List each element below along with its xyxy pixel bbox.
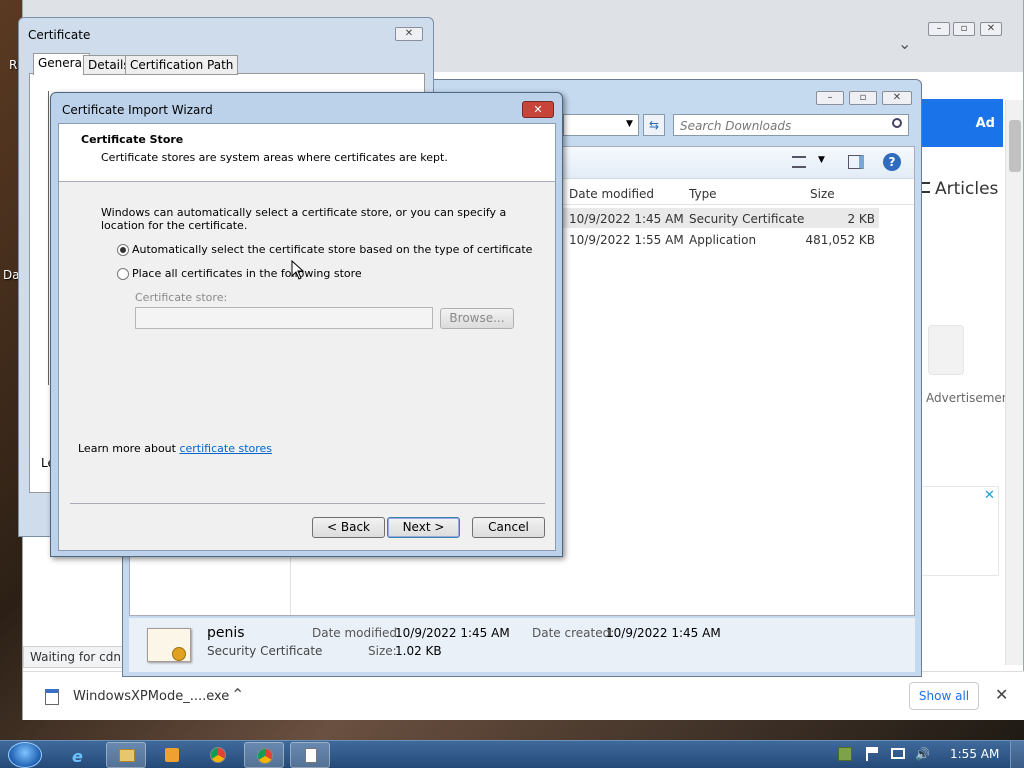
certificate-close-button[interactable]: ✕	[395, 27, 423, 41]
document-icon	[305, 748, 317, 763]
refresh-icon[interactable]: ⇆	[643, 114, 665, 136]
cancel-button[interactable]: Cancel	[472, 517, 545, 538]
learn-more-text: Learn more about certificate stores	[78, 442, 273, 455]
column-type[interactable]: Type	[689, 187, 717, 201]
articles-heading[interactable]: Articles	[921, 170, 1003, 230]
ad-banner[interactable]: Ad	[921, 99, 1003, 147]
address-bar[interactable]: ▼	[563, 114, 639, 136]
taskbar-chrome-active[interactable]	[244, 742, 284, 768]
taskbar-media-player[interactable]	[152, 742, 192, 768]
view-options-icon[interactable]	[792, 156, 806, 168]
wizard-body: Certificate Store Certificate stores are…	[58, 123, 556, 551]
close-download-bar-icon[interactable]: ✕	[995, 685, 1008, 704]
certificate-window-title: Certificate	[28, 28, 91, 42]
folder-icon	[119, 749, 135, 762]
manual-store-label[interactable]: Place all certificates in the following …	[132, 267, 362, 280]
file-type: Security Certificate	[207, 644, 323, 658]
action-center-flag-icon[interactable]	[866, 747, 878, 761]
internet-explorer-icon: e	[72, 747, 83, 766]
download-options-caret-icon[interactable]: ⌃	[231, 685, 244, 704]
auto-select-radio[interactable]	[117, 244, 129, 256]
tab-general[interactable]: General	[33, 53, 91, 75]
list-icon	[921, 182, 930, 193]
media-player-icon	[165, 748, 179, 762]
column-size[interactable]: Size	[810, 187, 835, 201]
close-button[interactable]: ✕	[980, 22, 1002, 36]
taskbar-chrome[interactable]	[198, 742, 238, 768]
wizard-header: Certificate Store Certificate stores are…	[59, 124, 555, 182]
chrome-icon	[210, 747, 226, 763]
start-button[interactable]	[8, 742, 42, 768]
volume-icon[interactable]: 🔊	[915, 747, 930, 761]
ad-placeholder	[928, 325, 964, 375]
search-box[interactable]: Search Downloads	[673, 114, 909, 136]
ad-box: ✕	[921, 486, 999, 576]
explorer-minimize-button[interactable]: –	[816, 91, 844, 105]
seal-icon	[172, 647, 186, 661]
intro-text: Windows can automatically select a certi…	[101, 206, 507, 232]
show-all-button[interactable]: Show all	[909, 682, 979, 710]
certificate-file-icon	[147, 628, 191, 662]
minimize-button[interactable]: –	[928, 22, 950, 36]
back-button[interactable]: < Back	[312, 517, 385, 538]
scrollbar-thumb[interactable]	[1009, 120, 1021, 172]
clock[interactable]: 1:55 AM	[950, 747, 999, 761]
advertisement-label: Advertisement	[926, 391, 1015, 405]
ad-close-icon[interactable]: ✕	[984, 488, 995, 503]
search-input[interactable]: Search Downloads	[680, 119, 791, 133]
table-row[interactable]: 10/9/2022 1:55 AM Application 481,052 KB	[559, 229, 879, 249]
table-row[interactable]: 10/9/2022 1:45 AM Security Certificate 2…	[559, 208, 879, 228]
wizard-close-button[interactable]: ✕	[522, 101, 554, 118]
tab-certification-path[interactable]: Certification Path	[125, 55, 239, 75]
desktop-icon-label: R	[9, 58, 18, 72]
certificate-import-wizard: Certificate Import Wizard ✕ Certificate …	[50, 92, 563, 557]
browse-button: Browse...	[440, 308, 514, 329]
taskbar: e 🔊 1:55 AM	[0, 740, 1024, 768]
explorer-maximize-button[interactable]: ▫	[849, 91, 877, 105]
taskbar-certificate[interactable]	[290, 742, 330, 768]
chrome-icon	[257, 748, 273, 764]
details-pane: penis Security Certificate Date modified…	[129, 618, 915, 672]
section-description: Certificate stores are system areas wher…	[101, 151, 448, 164]
tray-app-icon[interactable]	[838, 747, 852, 761]
certificate-stores-link[interactable]: certificate stores	[179, 442, 272, 455]
download-bar: WindowsXPMode_....exe ⌃ Show all ✕	[23, 671, 1024, 720]
help-icon[interactable]: ?	[883, 153, 901, 171]
address-dropdown-icon[interactable]: ▼	[626, 119, 633, 129]
auto-select-label[interactable]: Automatically select the certificate sto…	[132, 243, 532, 256]
manual-store-radio[interactable]	[117, 268, 129, 280]
file-name: penis	[207, 625, 245, 641]
next-button[interactable]: Next >	[387, 517, 460, 538]
preview-pane-icon[interactable]	[848, 155, 864, 169]
show-desktop-button[interactable]	[1010, 741, 1024, 768]
page-scrollbar[interactable]	[1005, 100, 1023, 665]
search-icon[interactable]	[892, 118, 902, 128]
divider	[70, 503, 545, 504]
store-label: Certificate store:	[135, 291, 228, 304]
mouse-cursor-icon	[291, 260, 305, 280]
section-title: Certificate Store	[81, 133, 184, 146]
tab-search-chevron-icon[interactable]: ⌄	[898, 34, 911, 53]
maximize-button[interactable]: ▫	[953, 22, 975, 36]
download-file-name[interactable]: WindowsXPMode_....exe	[73, 689, 229, 704]
column-date-modified[interactable]: Date modified	[569, 187, 654, 201]
taskbar-ie[interactable]: e	[60, 742, 100, 768]
wizard-title: Certificate Import Wizard	[62, 103, 213, 117]
view-dropdown-icon[interactable]: ▼	[818, 155, 825, 165]
exe-file-icon	[45, 689, 59, 705]
network-icon[interactable]	[891, 748, 905, 759]
taskbar-explorer[interactable]	[106, 742, 146, 768]
explorer-close-button[interactable]: ✕	[882, 91, 912, 105]
store-field	[135, 307, 433, 329]
